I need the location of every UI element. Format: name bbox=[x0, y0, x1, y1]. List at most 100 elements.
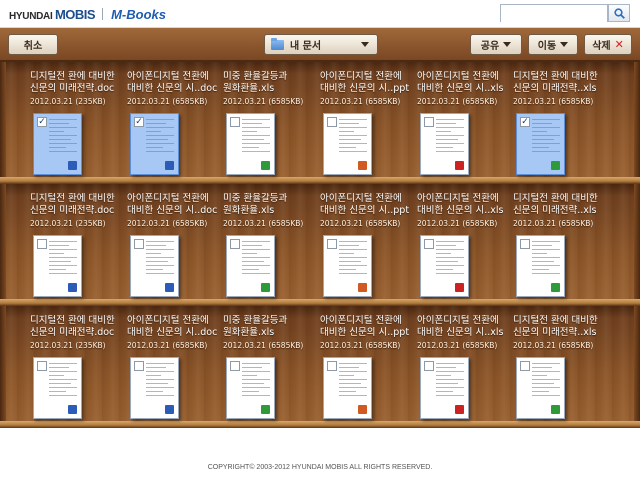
document-thumbnail[interactable]: ✓ bbox=[33, 113, 82, 175]
select-checkbox[interactable] bbox=[230, 361, 240, 371]
document-title: 아이폰디지털 전환에 대비한 신문의 시..doc bbox=[127, 315, 223, 339]
xls-file-icon bbox=[551, 283, 560, 292]
document-thumbnail[interactable] bbox=[323, 357, 372, 419]
magnifier-icon bbox=[613, 7, 625, 19]
document-thumbnail[interactable] bbox=[33, 235, 82, 297]
delete-button[interactable]: 삭제 ✕ bbox=[584, 34, 632, 55]
page-preview bbox=[49, 363, 77, 399]
document-title-line: 대비한 신문의 시..ppt bbox=[320, 83, 410, 94]
document-item[interactable]: 미중 환율갈등과 원화환율.xls 2012.03.21 (6585KB) bbox=[223, 306, 319, 419]
page-preview bbox=[242, 241, 270, 277]
document-meta: 2012.03.21 (6585KB) bbox=[417, 97, 498, 106]
document-item[interactable]: 아이폰디지털 전환에 대비한 신문의 시..doc 2012.03.21 (6585… bbox=[127, 62, 223, 175]
document-title-line: 아이폰디지털 전환에 bbox=[320, 193, 402, 204]
document-title: 디지털전 환에 대비한 신문의 미래전략..xls bbox=[513, 193, 609, 217]
move-button[interactable]: 이동 bbox=[528, 34, 578, 55]
pdf-file-icon bbox=[455, 405, 464, 414]
document-item[interactable]: 아이폰디지털 전환에 대비한 신문의 시..doc 2012.03.21 (6585… bbox=[127, 306, 223, 419]
document-thumbnail[interactable] bbox=[420, 113, 469, 175]
document-thumbnail[interactable] bbox=[323, 113, 372, 175]
page-preview bbox=[146, 363, 174, 399]
chevron-down-icon bbox=[560, 42, 569, 47]
folder-select[interactable]: 내 문서 bbox=[264, 34, 378, 55]
select-checkbox[interactable] bbox=[327, 117, 337, 127]
document-title-line: 디지털전 환에 대비한 bbox=[513, 193, 598, 204]
document-item[interactable]: 디지털전 환에 대비한 신문의 미래전략..xls 2012.03.21 (6585… bbox=[513, 62, 609, 175]
document-thumbnail[interactable] bbox=[226, 113, 275, 175]
select-checkbox[interactable] bbox=[424, 239, 434, 249]
select-checkbox[interactable] bbox=[134, 239, 144, 249]
select-checkbox[interactable] bbox=[327, 239, 337, 249]
document-item[interactable]: 미중 환율갈등과 원화환율.xls 2012.03.21 (6585KB) bbox=[223, 62, 319, 175]
document-item[interactable]: 디지털전 환에 대비한 신문의 미래전략..xls 2012.03.21 (6585… bbox=[513, 184, 609, 297]
document-title-line: 대비한 신문의 시..doc bbox=[127, 327, 218, 338]
shelf-side bbox=[0, 306, 6, 428]
document-item[interactable]: 디지털전 환에 대비한 신문의 미래전략.doc 2012.03.21 (235KB… bbox=[30, 184, 126, 297]
document-meta: 2012.03.21 (6585KB) bbox=[223, 97, 304, 106]
hyundai-mobis-logo[interactable]: HYUNDAI MOBIS M-Books bbox=[9, 6, 166, 22]
xls-file-icon bbox=[261, 405, 270, 414]
document-title: 디지털전 환에 대비한 신문의 미래전략.doc bbox=[30, 193, 126, 217]
document-title-line: 신문의 미래전략.doc bbox=[30, 83, 115, 94]
document-thumbnail[interactable] bbox=[130, 357, 179, 419]
document-item[interactable]: 디지털전 환에 대비한 신문의 미래전략.doc 2012.03.21 (235KB… bbox=[30, 62, 126, 175]
select-checkbox[interactable] bbox=[37, 361, 47, 371]
document-item[interactable]: 아이폰디지털 전환에 대비한 신문의 시..ppt 2012.03.21 (6585… bbox=[320, 62, 416, 175]
document-thumbnail[interactable]: ✓ bbox=[130, 113, 179, 175]
select-checkbox[interactable] bbox=[424, 361, 434, 371]
document-item[interactable]: 아이폰디지털 전환에 대비한 신문의 시..doc 2012.03.21 (6585… bbox=[127, 184, 223, 297]
select-checkbox[interactable] bbox=[134, 361, 144, 371]
document-title: 아이폰디지털 전환에 대비한 신문의 시..xls bbox=[417, 193, 513, 217]
select-checkbox[interactable] bbox=[37, 239, 47, 249]
document-item[interactable]: 디지털전 환에 대비한 신문의 미래전략.doc 2012.03.21 (235KB… bbox=[30, 306, 126, 419]
document-meta: 2012.03.21 (6585KB) bbox=[223, 219, 304, 228]
page-preview bbox=[49, 241, 77, 277]
document-thumbnail[interactable] bbox=[420, 235, 469, 297]
select-checkbox[interactable] bbox=[327, 361, 337, 371]
document-thumbnail[interactable] bbox=[516, 235, 565, 297]
document-title: 미중 환율갈등과 원화환율.xls bbox=[223, 193, 319, 217]
document-item[interactable]: 아이폰디지털 전환에 대비한 신문의 시..xls 2012.03.21 (6585… bbox=[417, 184, 513, 297]
select-checkbox[interactable] bbox=[424, 117, 434, 127]
document-thumbnail[interactable] bbox=[323, 235, 372, 297]
document-item[interactable]: 아이폰디지털 전환에 대비한 신문의 시..xls 2012.03.21 (6585… bbox=[417, 62, 513, 175]
search-button[interactable] bbox=[608, 4, 630, 22]
select-checkbox[interactable] bbox=[520, 361, 530, 371]
select-checkbox[interactable]: ✓ bbox=[134, 117, 144, 127]
document-item[interactable]: 아이폰디지털 전환에 대비한 신문의 시..xls 2012.03.21 (6585… bbox=[417, 306, 513, 419]
document-item[interactable]: 디지털전 환에 대비한 신문의 미래전략..xls 2012.03.21 (6585… bbox=[513, 306, 609, 419]
app-header: HYUNDAI MOBIS M-Books bbox=[0, 0, 640, 28]
document-title-line: 신문의 미래전략..xls bbox=[513, 327, 597, 338]
select-checkbox[interactable] bbox=[230, 117, 240, 127]
document-title-line: 미중 환율갈등과 bbox=[223, 315, 288, 326]
document-thumbnail[interactable] bbox=[130, 235, 179, 297]
document-thumbnail[interactable]: ✓ bbox=[516, 113, 565, 175]
document-thumbnail[interactable] bbox=[516, 357, 565, 419]
doc-file-icon bbox=[68, 405, 77, 414]
toolbar: 취소 내 문서 공유 이동 삭제 ✕ bbox=[0, 28, 640, 62]
select-checkbox[interactable] bbox=[520, 239, 530, 249]
document-thumbnail[interactable] bbox=[33, 357, 82, 419]
document-title-line: 디지털전 환에 대비한 bbox=[30, 315, 115, 326]
document-item[interactable]: 미중 환율갈등과 원화환율.xls 2012.03.21 (6585KB) bbox=[223, 184, 319, 297]
select-checkbox[interactable]: ✓ bbox=[37, 117, 47, 127]
document-thumbnail[interactable] bbox=[226, 357, 275, 419]
document-meta: 2012.03.21 (235KB) bbox=[30, 219, 106, 228]
document-item[interactable]: 아이폰디지털 전환에 대비한 신문의 시..ppt 2012.03.21 (6585… bbox=[320, 306, 416, 419]
doc-file-icon bbox=[165, 405, 174, 414]
document-title: 디지털전 환에 대비한 신문의 미래전략.doc bbox=[30, 71, 126, 95]
document-thumbnail[interactable] bbox=[420, 357, 469, 419]
share-button[interactable]: 공유 bbox=[470, 34, 522, 55]
document-title-line: 원화환율.xls bbox=[223, 83, 275, 94]
delete-label: 삭제 bbox=[592, 41, 611, 52]
pdf-file-icon bbox=[455, 283, 464, 292]
select-checkbox[interactable] bbox=[230, 239, 240, 249]
document-item[interactable]: 아이폰디지털 전환에 대비한 신문의 시..ppt 2012.03.21 (6585… bbox=[320, 184, 416, 297]
document-title-line: 아이폰디지털 전환에 bbox=[127, 193, 209, 204]
document-thumbnail[interactable] bbox=[226, 235, 275, 297]
document-title: 디지털전 환에 대비한 신문의 미래전략..xls bbox=[513, 71, 609, 95]
cancel-button[interactable]: 취소 bbox=[8, 34, 58, 55]
search-input[interactable] bbox=[501, 9, 607, 26]
page-preview bbox=[339, 119, 367, 155]
select-checkbox[interactable]: ✓ bbox=[520, 117, 530, 127]
